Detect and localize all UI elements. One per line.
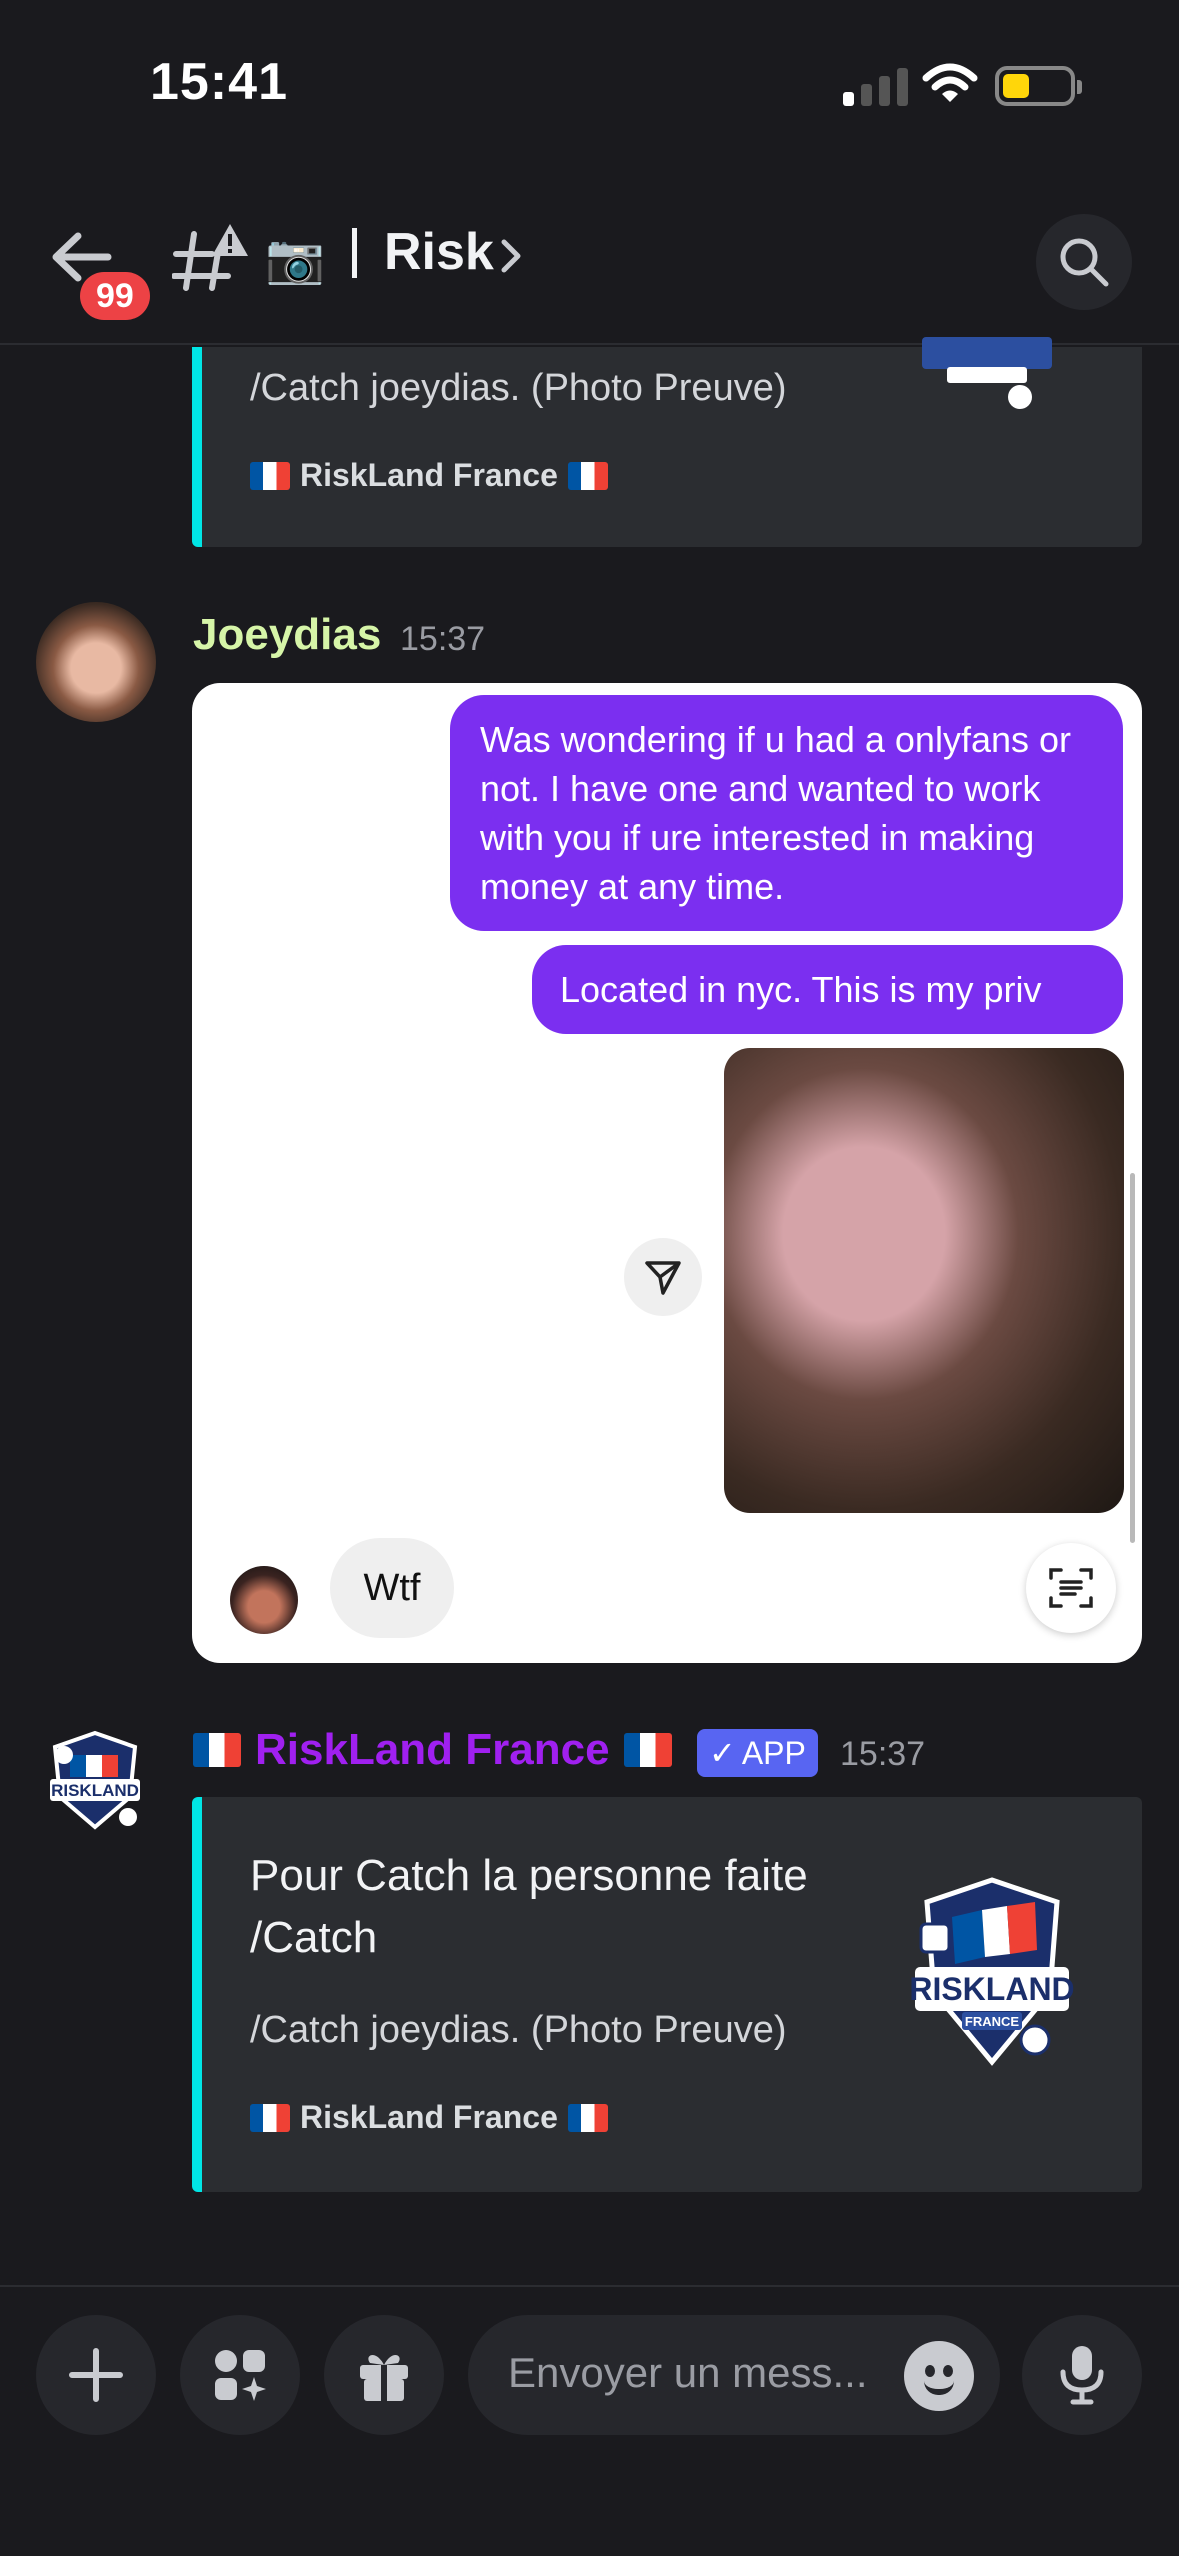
embed-footer: RiskLand France bbox=[250, 457, 608, 494]
unread-badge: 99 bbox=[80, 272, 150, 320]
embed-card: /Catch joeydias. (Photo Preuve) RiskLand… bbox=[192, 337, 1142, 547]
apps-sparkle-icon bbox=[215, 2350, 266, 2401]
apps-button[interactable] bbox=[180, 2315, 300, 2435]
embed-footer-text: RiskLand France bbox=[300, 2099, 558, 2135]
voice-message-button[interactable] bbox=[1022, 2315, 1142, 2435]
microphone-icon bbox=[1060, 2346, 1104, 2405]
bot-author[interactable]: RiskLand France bbox=[193, 1725, 672, 1775]
logo-subtext: FRANCE bbox=[965, 2014, 1019, 2029]
app-badge: ✓ APP bbox=[697, 1729, 818, 1777]
france-flag-icon bbox=[250, 2103, 290, 2132]
channel-title[interactable]: Risk bbox=[384, 222, 494, 282]
scrollbar bbox=[1130, 1173, 1135, 1543]
message-input[interactable]: Envoyer un mess... bbox=[468, 2315, 1000, 2435]
gift-button[interactable] bbox=[324, 2315, 444, 2435]
send-icon bbox=[645, 1261, 681, 1295]
avatar[interactable] bbox=[36, 602, 156, 722]
france-flag-icon bbox=[250, 461, 290, 490]
bot-name[interactable]: RiskLand France bbox=[255, 1725, 610, 1775]
avatar bbox=[230, 1566, 298, 1634]
gift-icon bbox=[360, 2354, 408, 2401]
chat-bubble: Was wondering if u had a onlyfans or not… bbox=[450, 695, 1123, 931]
search-button[interactable] bbox=[1036, 214, 1132, 310]
france-flag-icon bbox=[193, 1733, 241, 1767]
channel-header: 99 📷 Risk bbox=[0, 170, 1179, 345]
wifi-icon bbox=[922, 63, 978, 102]
bot-avatar[interactable]: RISKLAND bbox=[40, 1725, 150, 1835]
channel-hash-alert-icon bbox=[172, 224, 248, 291]
embed-description: /Catch joeydias. (Photo Preuve) bbox=[250, 2009, 787, 2051]
embed-footer: RiskLand France bbox=[250, 2099, 608, 2136]
cellular-signal-icon bbox=[843, 62, 908, 106]
emoji-icon[interactable] bbox=[904, 2341, 974, 2411]
message-author[interactable]: Joeydias bbox=[193, 610, 381, 660]
battery-icon bbox=[995, 66, 1082, 106]
message-timestamp: 15:37 bbox=[840, 1735, 926, 1773]
riskland-logo-icon bbox=[922, 337, 1052, 409]
message-composer: Envoyer un mess... bbox=[0, 2285, 1179, 2556]
title-divider bbox=[352, 228, 357, 278]
logo-text: RISKLAND bbox=[909, 1971, 1074, 2007]
text-scan-button[interactable] bbox=[1026, 1543, 1116, 1633]
embed-description: /Catch joeydias. (Photo Preuve) bbox=[250, 367, 787, 409]
embed-card: Pour Catch la personne faite /Catch /Cat… bbox=[192, 1797, 1142, 2192]
shared-photo bbox=[724, 1048, 1124, 1513]
scan-text-icon bbox=[1049, 1568, 1093, 1608]
channel-emoji: 📷 bbox=[265, 233, 325, 286]
app-badge-label: APP bbox=[741, 1734, 806, 1771]
svg-text:RISKLAND: RISKLAND bbox=[51, 1781, 139, 1800]
message-timestamp: 15:37 bbox=[400, 620, 486, 658]
checkmark-icon: ✓ bbox=[709, 1735, 736, 1771]
add-attachment-button[interactable] bbox=[36, 2315, 156, 2435]
embed-title: Pour Catch la personne faite /Catch bbox=[250, 1851, 808, 1962]
france-flag-icon bbox=[567, 2103, 608, 2132]
embed-footer-text: RiskLand France bbox=[300, 457, 558, 493]
chat-bubble: Located in nyc. This is my priv bbox=[532, 945, 1123, 1034]
image-attachment[interactable]: Was wondering if u had a onlyfans or not… bbox=[192, 683, 1142, 1663]
chevron-right-icon[interactable] bbox=[500, 238, 524, 274]
status-bar: 15:41 bbox=[0, 0, 1179, 170]
chat-bubble-reply: Wtf bbox=[330, 1538, 454, 1638]
message-input-placeholder: Envoyer un mess... bbox=[508, 2349, 868, 2396]
search-icon bbox=[1060, 238, 1109, 287]
riskland-logo-icon: RISKLAND FRANCE bbox=[909, 1877, 1075, 2066]
plus-icon bbox=[69, 2348, 123, 2402]
status-time: 15:41 bbox=[150, 53, 288, 111]
share-button bbox=[624, 1238, 702, 1316]
france-flag-icon bbox=[623, 1733, 672, 1767]
france-flag-icon bbox=[567, 461, 608, 490]
